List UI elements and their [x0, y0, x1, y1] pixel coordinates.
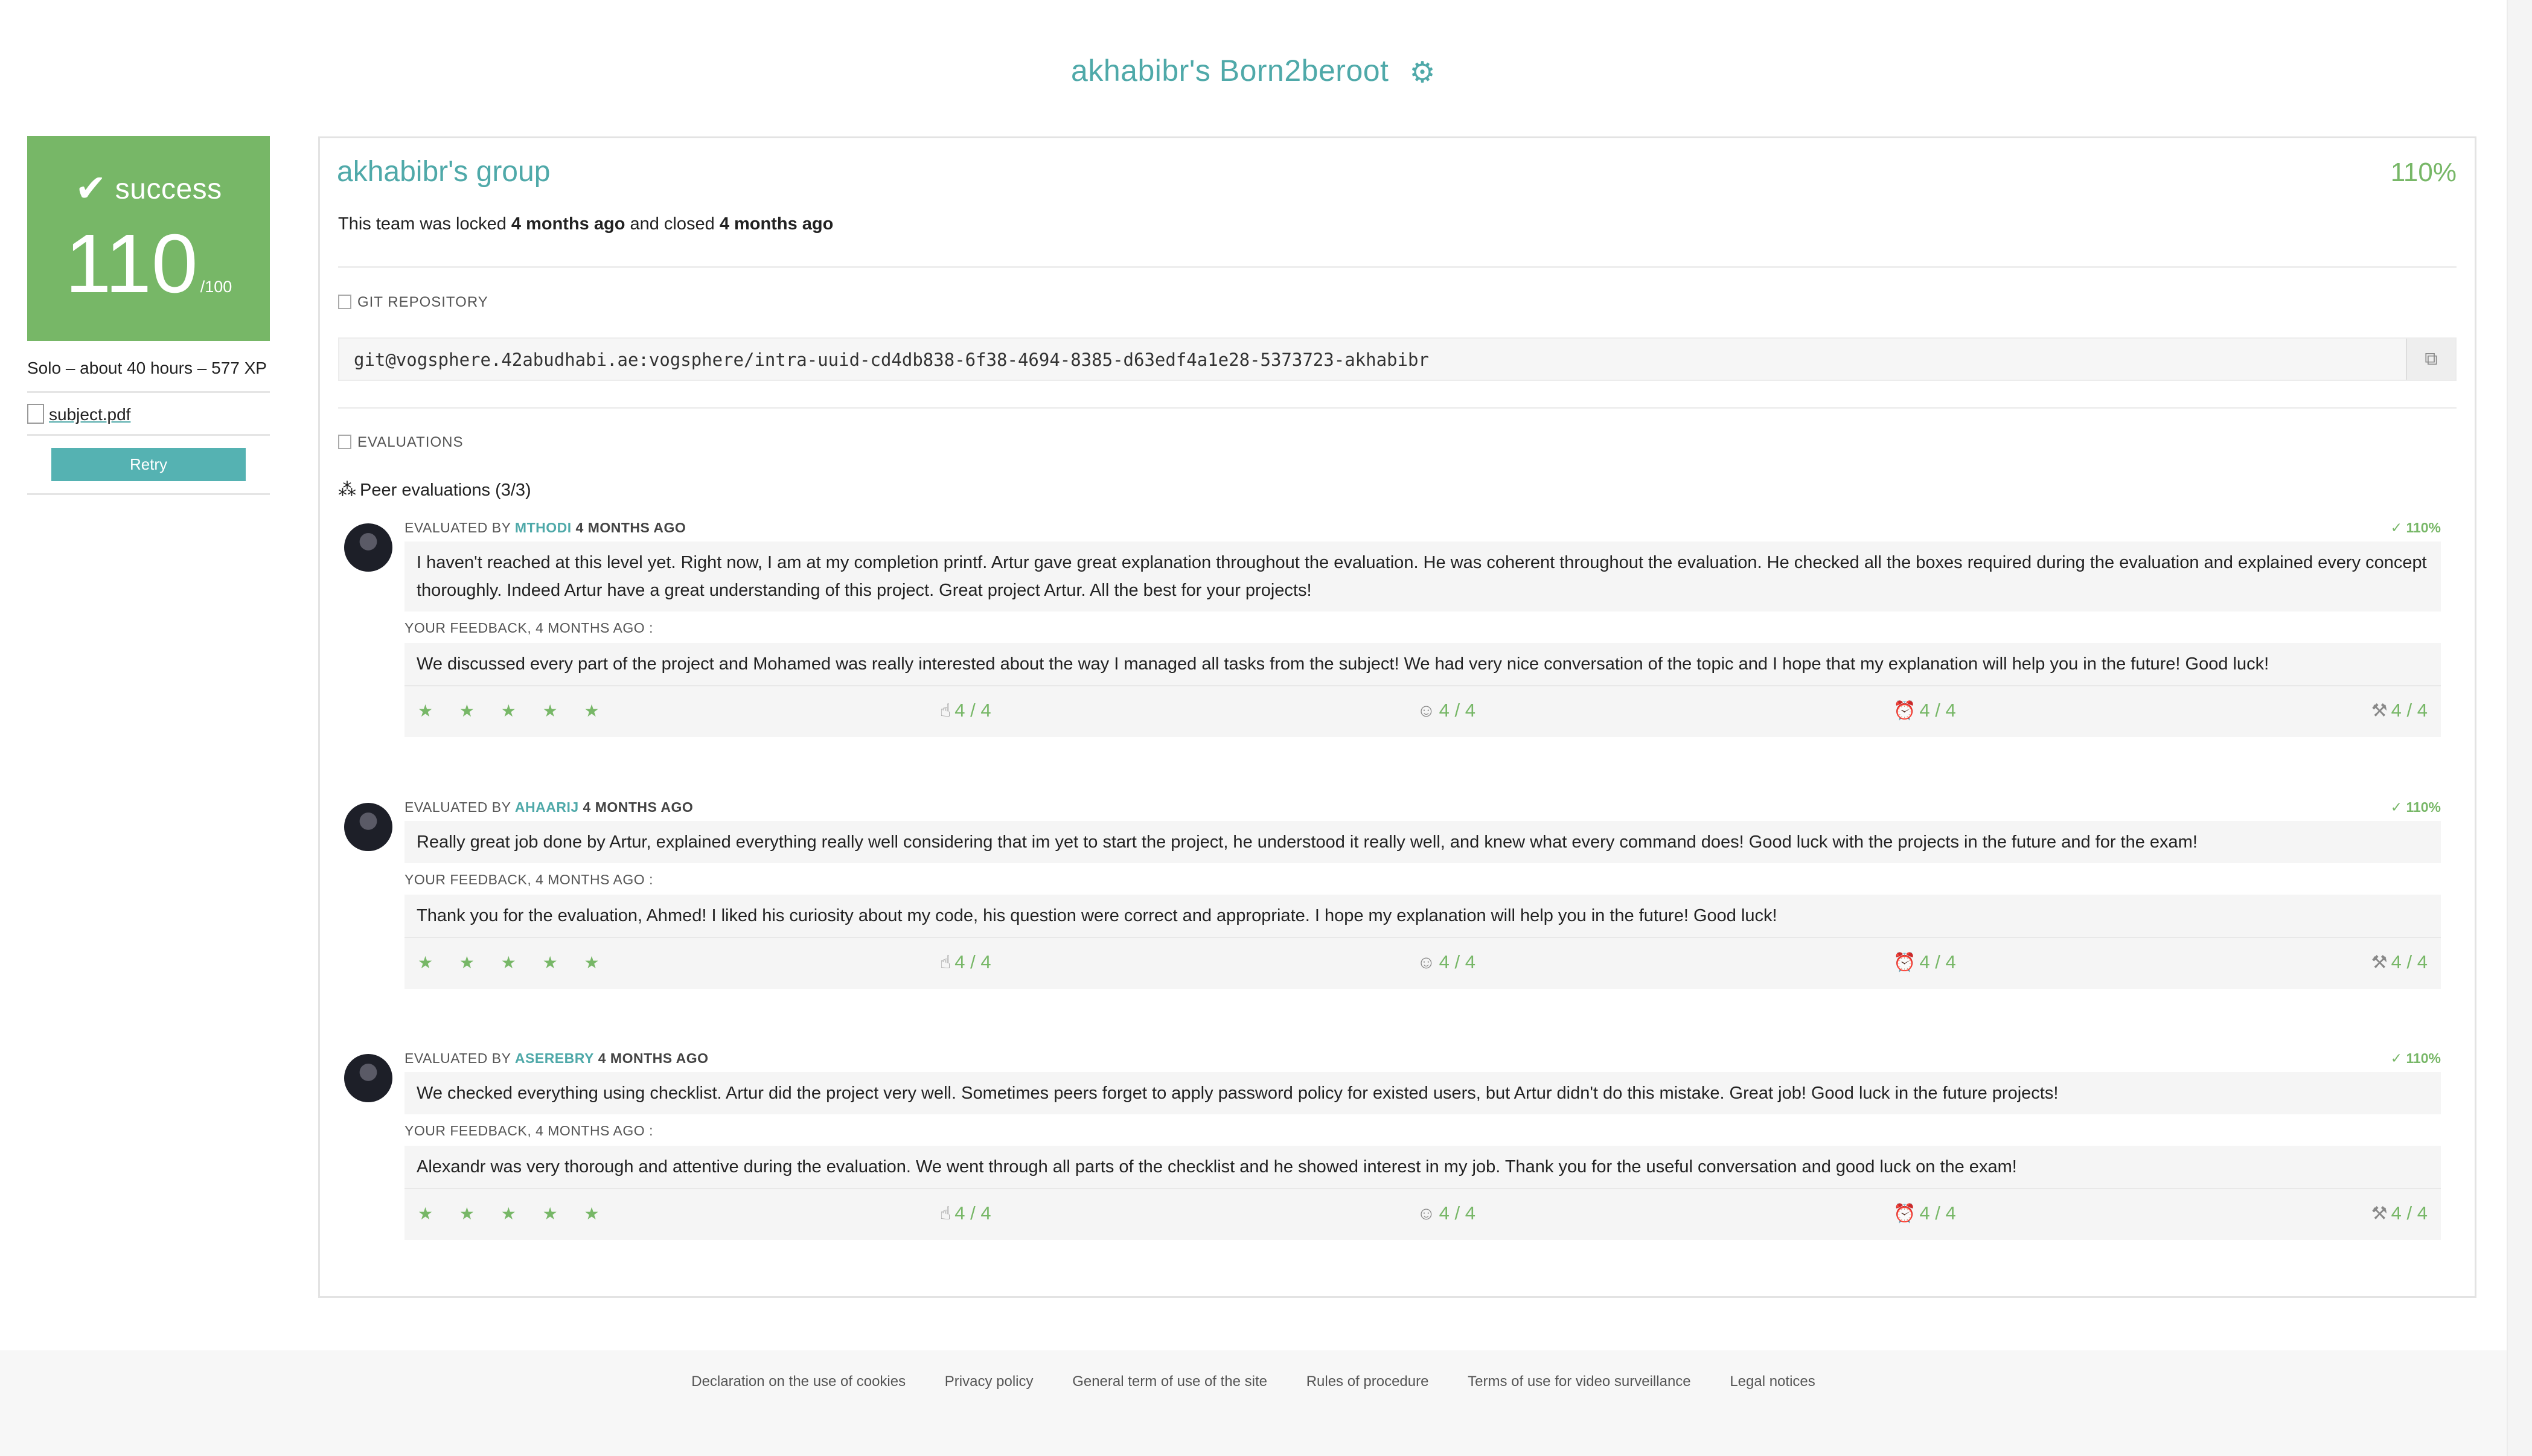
repo-url-box[interactable]: git@vogsphere.42abudhabi.ae:vogsphere/in…	[338, 337, 2457, 381]
evaluation-meta: EVALUATED BY ASEREBRY 4 MONTHS AGO	[404, 1050, 709, 1066]
clipboard-icon[interactable]: ⧉	[2406, 339, 2455, 380]
alarm-clock-icon: ⏰	[1893, 701, 1916, 721]
feedback-box: Alexandr was very thorough and attentive…	[404, 1146, 2441, 1240]
document-icon	[338, 295, 351, 309]
hammer-icon: ⚒	[2371, 701, 2388, 721]
rating-timing: ⏰ 4 / 4	[1893, 700, 1956, 721]
feedback-label: YOUR FEEDBACK, 4 MONTHS AGO :	[404, 872, 653, 887]
rating-rigor: ⚒ 4 / 4	[2371, 700, 2428, 721]
group-mark: 110%	[2390, 158, 2457, 187]
footer-link-rules[interactable]: Rules of procedure	[1306, 1373, 1429, 1390]
evaluator-login[interactable]: ASEREBRY	[515, 1050, 594, 1066]
alarm-clock-icon: ⏰	[1893, 953, 1916, 972]
feedback-text: We discussed every part of the project a…	[404, 643, 2441, 686]
sidebar: ✔ success 110/100 Solo – about 40 hours –…	[27, 136, 270, 495]
hand-icon: ☝	[940, 1204, 951, 1224]
scrollbar[interactable]	[2507, 0, 2532, 1456]
feedback-text: Alexandr was very thorough and attentive…	[404, 1146, 2441, 1189]
page-title: akhabibr's Born2beroot ⚙	[0, 53, 2507, 89]
feedback-box: Thank you for the evaluation, Ahmed! I l…	[404, 895, 2441, 989]
rating-rigor: ⚒ 4 / 4	[2371, 1202, 2428, 1224]
smiley-icon: ☺	[1417, 701, 1436, 721]
project-title: akhabibr's Born2beroot	[1071, 54, 1389, 88]
hammer-icon: ⚒	[2371, 953, 2388, 972]
footer-link-legal[interactable]: Legal notices	[1730, 1373, 1815, 1390]
final-score: 110/100	[65, 217, 232, 310]
rating-rigor: ⚒ 4 / 4	[2371, 951, 2428, 972]
evaluation-mark: ✓ 110%	[2390, 1050, 2441, 1066]
rating-punctuality: ☝ 4 / 4	[940, 951, 991, 972]
score-card: ✔ success 110/100	[27, 136, 270, 341]
evaluation-mark: ✓ 110%	[2390, 520, 2441, 535]
repo-url[interactable]: git@vogsphere.42abudhabi.ae:vogsphere/in…	[354, 350, 1429, 370]
team-lock-status: This team was locked 4 months ago and cl…	[338, 214, 834, 234]
evaluation-meta: EVALUATED BY AHAARIJ 4 MONTHS AGO	[404, 799, 694, 815]
avatar[interactable]	[344, 523, 392, 572]
feedback-label: YOUR FEEDBACK, 4 MONTHS AGO :	[404, 1123, 653, 1138]
footer-link-video[interactable]: Terms of use for video surveillance	[1468, 1373, 1691, 1390]
evaluation-comment: I haven't reached at this level yet. Rig…	[404, 541, 2441, 611]
footer: Declaration on the use of cookies Privac…	[0, 1350, 2507, 1456]
feedback-ratings: ★ ★ ★ ★ ★ ☝ 4 / 4 ☺ 4 / 4 ⏰ 4 / 4 ⚒ 4 / 4	[404, 938, 2441, 989]
evaluation-comment: We checked everything using checklist. A…	[404, 1072, 2441, 1114]
team-panel: akhabibr's group 110% This team was lock…	[318, 136, 2476, 1298]
check-icon: ✔	[75, 168, 107, 209]
peer-evaluations-heading: ⁂ Peer evaluations (3/3)	[338, 480, 531, 500]
hand-icon: ☝	[940, 701, 951, 721]
evaluations-label: EVALUATIONS	[338, 434, 463, 451]
evaluator-login[interactable]: AHAARIJ	[515, 799, 579, 815]
network-icon: ⁂	[338, 480, 356, 500]
smiley-icon: ☺	[1417, 1204, 1436, 1224]
hand-icon: ☝	[940, 953, 951, 972]
score-max: /100	[200, 278, 232, 296]
subject-link[interactable]: subject.pdf	[49, 405, 130, 424]
group-title: akhabibr's group	[337, 156, 551, 188]
rating-friendliness: ☺ 4 / 4	[1417, 700, 1475, 721]
star-rating: ★ ★ ★ ★ ★	[418, 1204, 610, 1223]
divider	[338, 266, 2457, 268]
hammer-icon: ⚒	[2371, 1204, 2388, 1224]
checkbox-icon	[338, 435, 351, 449]
feedback-ratings: ★ ★ ★ ★ ★ ☝ 4 / 4 ☺ 4 / 4 ⏰ 4 / 4 ⚒ 4 / 4	[404, 1189, 2441, 1240]
feedback-ratings: ★ ★ ★ ★ ★ ☝ 4 / 4 ☺ 4 / 4 ⏰ 4 / 4 ⚒ 4 / 4	[404, 686, 2441, 737]
footer-links: Declaration on the use of cookies Privac…	[0, 1373, 2507, 1390]
subject-file: subject.pdf	[27, 404, 270, 436]
rating-friendliness: ☺ 4 / 4	[1417, 951, 1475, 972]
footer-link-privacy[interactable]: Privacy policy	[945, 1373, 1034, 1390]
evaluation-mark: ✓ 110%	[2390, 799, 2441, 815]
footer-link-cookies[interactable]: Declaration on the use of cookies	[691, 1373, 906, 1390]
rating-timing: ⏰ 4 / 4	[1893, 1202, 1956, 1224]
footer-link-terms[interactable]: General term of use of the site	[1072, 1373, 1267, 1390]
rating-timing: ⏰ 4 / 4	[1893, 951, 1956, 972]
rating-punctuality: ☝ 4 / 4	[940, 700, 991, 721]
status-label: ✔ success	[75, 168, 222, 209]
retry-section: Retry	[27, 436, 270, 495]
feedback-box: We discussed every part of the project a…	[404, 643, 2441, 737]
feedback-text: Thank you for the evaluation, Ahmed! I l…	[404, 895, 2441, 938]
evaluation-meta: EVALUATED BY MTHODI 4 MONTHS AGO	[404, 520, 686, 535]
smiley-icon: ☺	[1417, 953, 1436, 972]
project-info: Solo – about 40 hours – 577 XP	[27, 354, 270, 393]
rating-friendliness: ☺ 4 / 4	[1417, 1202, 1475, 1224]
divider	[338, 407, 2457, 409]
git-repository-label: GIT REPOSITORY	[338, 294, 488, 311]
star-rating: ★ ★ ★ ★ ★	[418, 953, 610, 972]
retry-button[interactable]: Retry	[51, 448, 246, 481]
avatar[interactable]	[344, 1054, 392, 1102]
rating-punctuality: ☝ 4 / 4	[940, 1202, 991, 1224]
evaluator-login[interactable]: MTHODI	[515, 520, 572, 535]
alarm-clock-icon: ⏰	[1893, 1204, 1916, 1224]
gear-icon[interactable]: ⚙	[1409, 56, 1436, 89]
feedback-label: YOUR FEEDBACK, 4 MONTHS AGO :	[404, 620, 653, 636]
evaluation-comment: Really great job done by Artur, explaine…	[404, 821, 2441, 863]
avatar[interactable]	[344, 803, 392, 851]
file-icon	[27, 404, 44, 424]
star-rating: ★ ★ ★ ★ ★	[418, 701, 610, 720]
